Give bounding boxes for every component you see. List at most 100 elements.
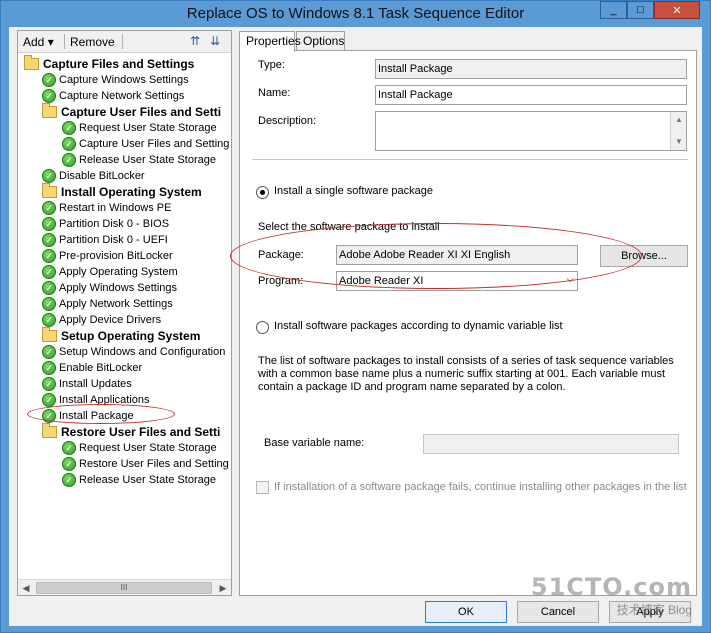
check-icon: ✓: [42, 89, 56, 103]
tree-step[interactable]: ✓ Restore User Files and Setting: [62, 456, 229, 472]
tree-step[interactable]: ✓ Release User State Storage: [62, 152, 216, 168]
check-icon: ✓: [42, 169, 56, 183]
tree-step[interactable]: ✓ Install Applications: [42, 392, 150, 408]
name-field[interactable]: Install Package: [375, 85, 687, 105]
section-divider: [252, 159, 688, 160]
scroll-down-icon[interactable]: ▼: [671, 134, 686, 150]
tree-item-label: Restore User Files and Setting: [79, 458, 229, 470]
tree-step[interactable]: ✓ Enable BitLocker: [42, 360, 142, 376]
check-icon: ✓: [42, 313, 56, 327]
dynamic-list-label: Install software packages according to d…: [274, 320, 563, 332]
tree-step[interactable]: ✓ Apply Network Settings: [42, 296, 173, 312]
chevron-down-icon[interactable]: ⌵: [566, 274, 574, 285]
single-package-radio[interactable]: [256, 186, 269, 199]
tree-item-label: Install Applications: [59, 394, 150, 406]
tree-item-label: Apply Windows Settings: [59, 282, 177, 294]
tree-step[interactable]: ✓ Release User State Storage: [62, 472, 216, 488]
check-icon: ✓: [42, 281, 56, 295]
program-value: Adobe Reader XI: [339, 275, 424, 287]
apply-button[interactable]: Apply: [609, 601, 691, 623]
tree-step[interactable]: ✓ Install Package: [42, 408, 134, 424]
scroll-thumb[interactable]: III: [36, 582, 212, 594]
check-icon: ✓: [42, 377, 56, 391]
dynamic-list-radio[interactable]: [256, 321, 269, 334]
tree-group[interactable]: Setup Operating System: [42, 327, 200, 344]
check-icon: ✓: [62, 441, 76, 455]
tree-item-label: Capture Network Settings: [59, 90, 185, 102]
description-field[interactable]: ▲ ▼: [375, 111, 687, 151]
tree-step[interactable]: ✓ Install Updates: [42, 376, 132, 392]
remove-button[interactable]: Remove: [70, 35, 115, 49]
description-scrollbar[interactable]: ▲ ▼: [670, 112, 686, 150]
add-menu-button[interactable]: Add ▾: [23, 35, 54, 49]
tree-step[interactable]: ✓ Pre-provision BitLocker: [42, 248, 173, 264]
folder-icon: [24, 55, 39, 70]
type-label: Type:: [258, 59, 285, 71]
tree-step[interactable]: ✓ Disable BitLocker: [42, 168, 145, 184]
tab-properties[interactable]: Properties: [239, 31, 301, 52]
tree-item-label: Apply Device Drivers: [59, 314, 162, 326]
check-icon: ✓: [42, 361, 56, 375]
tree-step[interactable]: ✓ Capture Windows Settings: [42, 72, 189, 88]
tab-options[interactable]: Options: [296, 31, 345, 51]
tree-group[interactable]: Capture User Files and Setti: [42, 103, 221, 120]
continue-on-failure-checkbox[interactable]: [256, 481, 269, 494]
maximize-button[interactable]: □: [627, 1, 654, 19]
dynamic-list-description: The list of software packages to install…: [258, 355, 674, 393]
check-icon: ✓: [62, 473, 76, 487]
ok-button[interactable]: OK: [425, 601, 507, 623]
tree-item-label: Apply Operating System: [59, 266, 178, 278]
toolbar-divider: [64, 34, 65, 49]
check-icon: ✓: [62, 153, 76, 167]
tree-step[interactable]: ✓ Partition Disk 0 - BIOS: [42, 216, 169, 232]
check-icon: ✓: [42, 265, 56, 279]
tree-item-label: Release User State Storage: [79, 154, 216, 166]
tree-step[interactable]: ✓ Apply Operating System: [42, 264, 178, 280]
tree-step[interactable]: ✓ Capture User Files and Setting: [62, 136, 229, 152]
browse-button[interactable]: Browse...: [600, 245, 688, 267]
close-button[interactable]: ✕: [654, 1, 700, 19]
select-package-label: Select the software package to install: [258, 221, 440, 233]
folder-icon: [42, 183, 57, 198]
tree-step[interactable]: ✓ Capture Network Settings: [42, 88, 184, 104]
tree-step[interactable]: ✓ Apply Windows Settings: [42, 280, 177, 296]
continue-on-failure-label: If installation of a software package fa…: [274, 481, 687, 493]
tree-group[interactable]: Install Operating System: [42, 183, 202, 200]
name-label: Name:: [258, 87, 291, 99]
minimize-button[interactable]: _: [600, 1, 627, 19]
check-icon: ✓: [42, 217, 56, 231]
tree-item-label: Disable BitLocker: [59, 170, 145, 182]
tree-step[interactable]: ✓ Request User State Storage: [62, 120, 217, 136]
tree-group[interactable]: Restore User Files and Setti: [42, 423, 220, 440]
window-controls: _ □ ✕: [600, 1, 700, 19]
tree-item-label: Request User State Storage: [79, 442, 217, 454]
tree-item-label: Setup Windows and Configuration: [59, 346, 226, 358]
scroll-right-icon[interactable]: ▶: [216, 581, 230, 595]
tree-step[interactable]: ✓ Restart in Windows PE: [42, 200, 171, 216]
tree-step[interactable]: ✓ Partition Disk 0 - UEFI: [42, 232, 168, 248]
check-icon: ✓: [42, 297, 56, 311]
package-field: Adobe Adobe Reader XI XI English: [336, 245, 578, 265]
scroll-left-icon[interactable]: ◀: [19, 581, 33, 595]
folder-icon: [42, 327, 57, 342]
tree-step[interactable]: ✓ Setup Windows and Configuration: [42, 344, 225, 360]
tree-item-label: Install Package: [59, 410, 134, 422]
task-tree[interactable]: Capture Files and Settings ✓ Capture Windo…: [18, 55, 231, 580]
tree-item-label: Partition Disk 0 - UEFI: [59, 234, 168, 246]
check-icon: ✓: [42, 249, 56, 263]
title-bar[interactable]: Replace OS to Windows 8.1 Task Sequence …: [1, 1, 710, 27]
program-select[interactable]: Adobe Reader XI ⌵: [336, 271, 578, 291]
folder-icon: [42, 103, 57, 118]
tree-group[interactable]: Capture Files and Settings: [24, 55, 194, 72]
tree-step[interactable]: ✓ Request User State Storage: [62, 440, 217, 456]
tree-horizontal-scrollbar[interactable]: ◀ III ▶: [18, 579, 231, 595]
scroll-up-icon[interactable]: ▲: [671, 112, 686, 128]
tree-item-label: Partition Disk 0 - BIOS: [59, 218, 170, 230]
move-up-icon[interactable]: ⇈: [190, 34, 206, 50]
base-variable-field[interactable]: [423, 434, 679, 454]
cancel-button[interactable]: Cancel: [517, 601, 599, 623]
tree-step[interactable]: ✓ Apply Device Drivers: [42, 312, 161, 328]
check-icon: ✓: [42, 233, 56, 247]
tree-item-label: Release User State Storage: [79, 474, 216, 486]
move-down-icon[interactable]: ⇊: [210, 34, 226, 50]
